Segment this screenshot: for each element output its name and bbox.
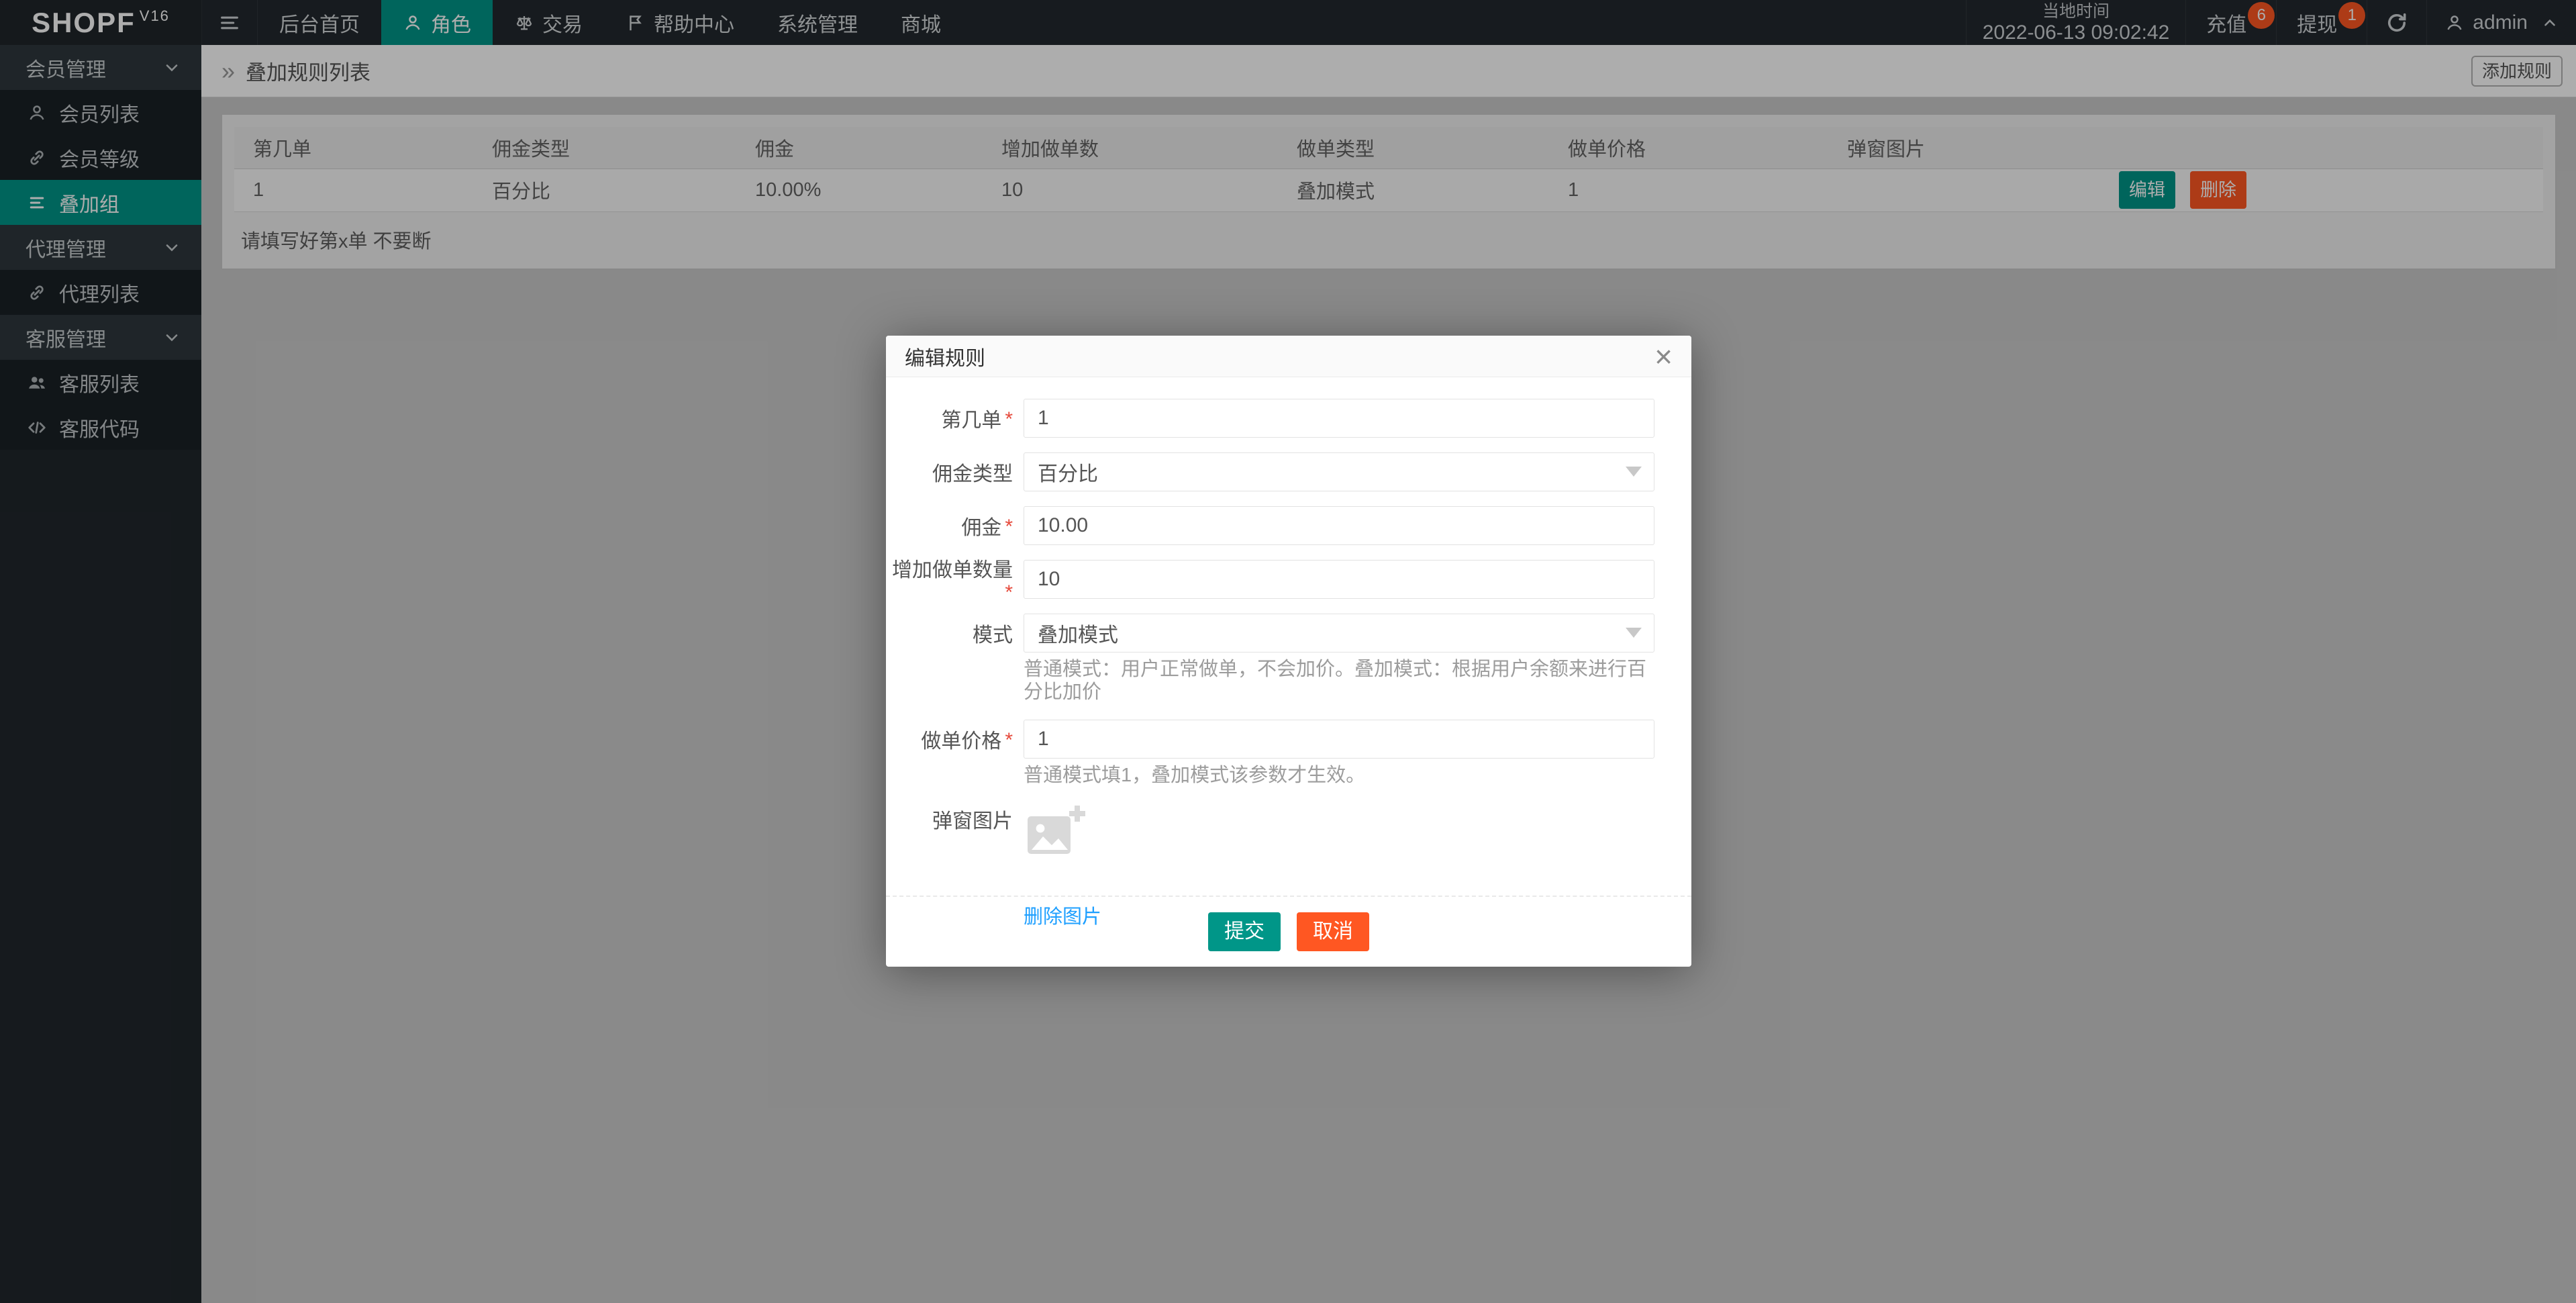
required-asterisk (1001, 517, 1013, 539)
select-value: 百分比 (1038, 463, 1098, 485)
field-label: 做单价格 (886, 724, 1024, 754)
field-row-commission: 佣金 (886, 506, 1654, 545)
order-price-input[interactable] (1024, 720, 1654, 759)
field-row-order-number: 第几单 (886, 399, 1654, 438)
select-value: 叠加模式 (1038, 624, 1118, 646)
image-placeholder-icon[interactable] (1024, 803, 1088, 862)
required-asterisk (1001, 409, 1013, 432)
modal-title: 编辑规则 (905, 347, 985, 370)
mode-select[interactable]: 叠加模式 (1024, 614, 1654, 653)
commission-type-select[interactable]: 百分比 (1024, 452, 1654, 491)
field-row-commission-type: 佣金类型 百分比 (886, 452, 1654, 491)
order-number-input[interactable] (1024, 399, 1654, 438)
cancel-button[interactable]: 取消 (1297, 912, 1369, 951)
modal-header: 编辑规则 × (886, 336, 1691, 377)
submit-button[interactable]: 提交 (1208, 912, 1281, 951)
order-price-hint: 普通模式填1，叠加模式该参数才生效。 (1024, 765, 1366, 786)
modal-body: 第几单 佣金类型 百分比 佣金 增加做单数量 模式 叠加模式 普通模式：用户正常 (886, 377, 1691, 929)
field-row-order-price: 做单价格 (886, 720, 1654, 759)
field-label: 佣金类型 (932, 463, 1013, 485)
edit-rule-modal: 编辑规则 × 第几单 佣金类型 百分比 佣金 增加做单数量 模式 叠加模式 (886, 336, 1691, 967)
field-label: 增加做单数量 (886, 553, 1024, 606)
caret-down-icon (1626, 467, 1642, 477)
added-orders-input[interactable] (1024, 560, 1654, 599)
caret-down-icon (1626, 628, 1642, 638)
commission-input[interactable] (1024, 506, 1654, 545)
field-label: 弹窗图片 (932, 810, 1013, 832)
modal-footer: 提交 取消 (886, 896, 1691, 967)
required-asterisk (1001, 730, 1013, 753)
field-label: 模式 (973, 624, 1013, 646)
field-label: 第几单 (886, 403, 1024, 433)
field-row-mode: 模式 叠加模式 (886, 614, 1654, 653)
field-label: 佣金 (886, 511, 1024, 540)
required-asterisk (1001, 583, 1013, 605)
field-row-popup-image: 弹窗图片 (886, 803, 1654, 862)
mode-hint: 普通模式：用户正常做单，不会加价。叠加模式：根据用户余额来进行百分比加价 (1024, 659, 1647, 703)
close-icon[interactable]: × (1654, 341, 1673, 372)
field-row-added-orders: 增加做单数量 (886, 559, 1654, 599)
